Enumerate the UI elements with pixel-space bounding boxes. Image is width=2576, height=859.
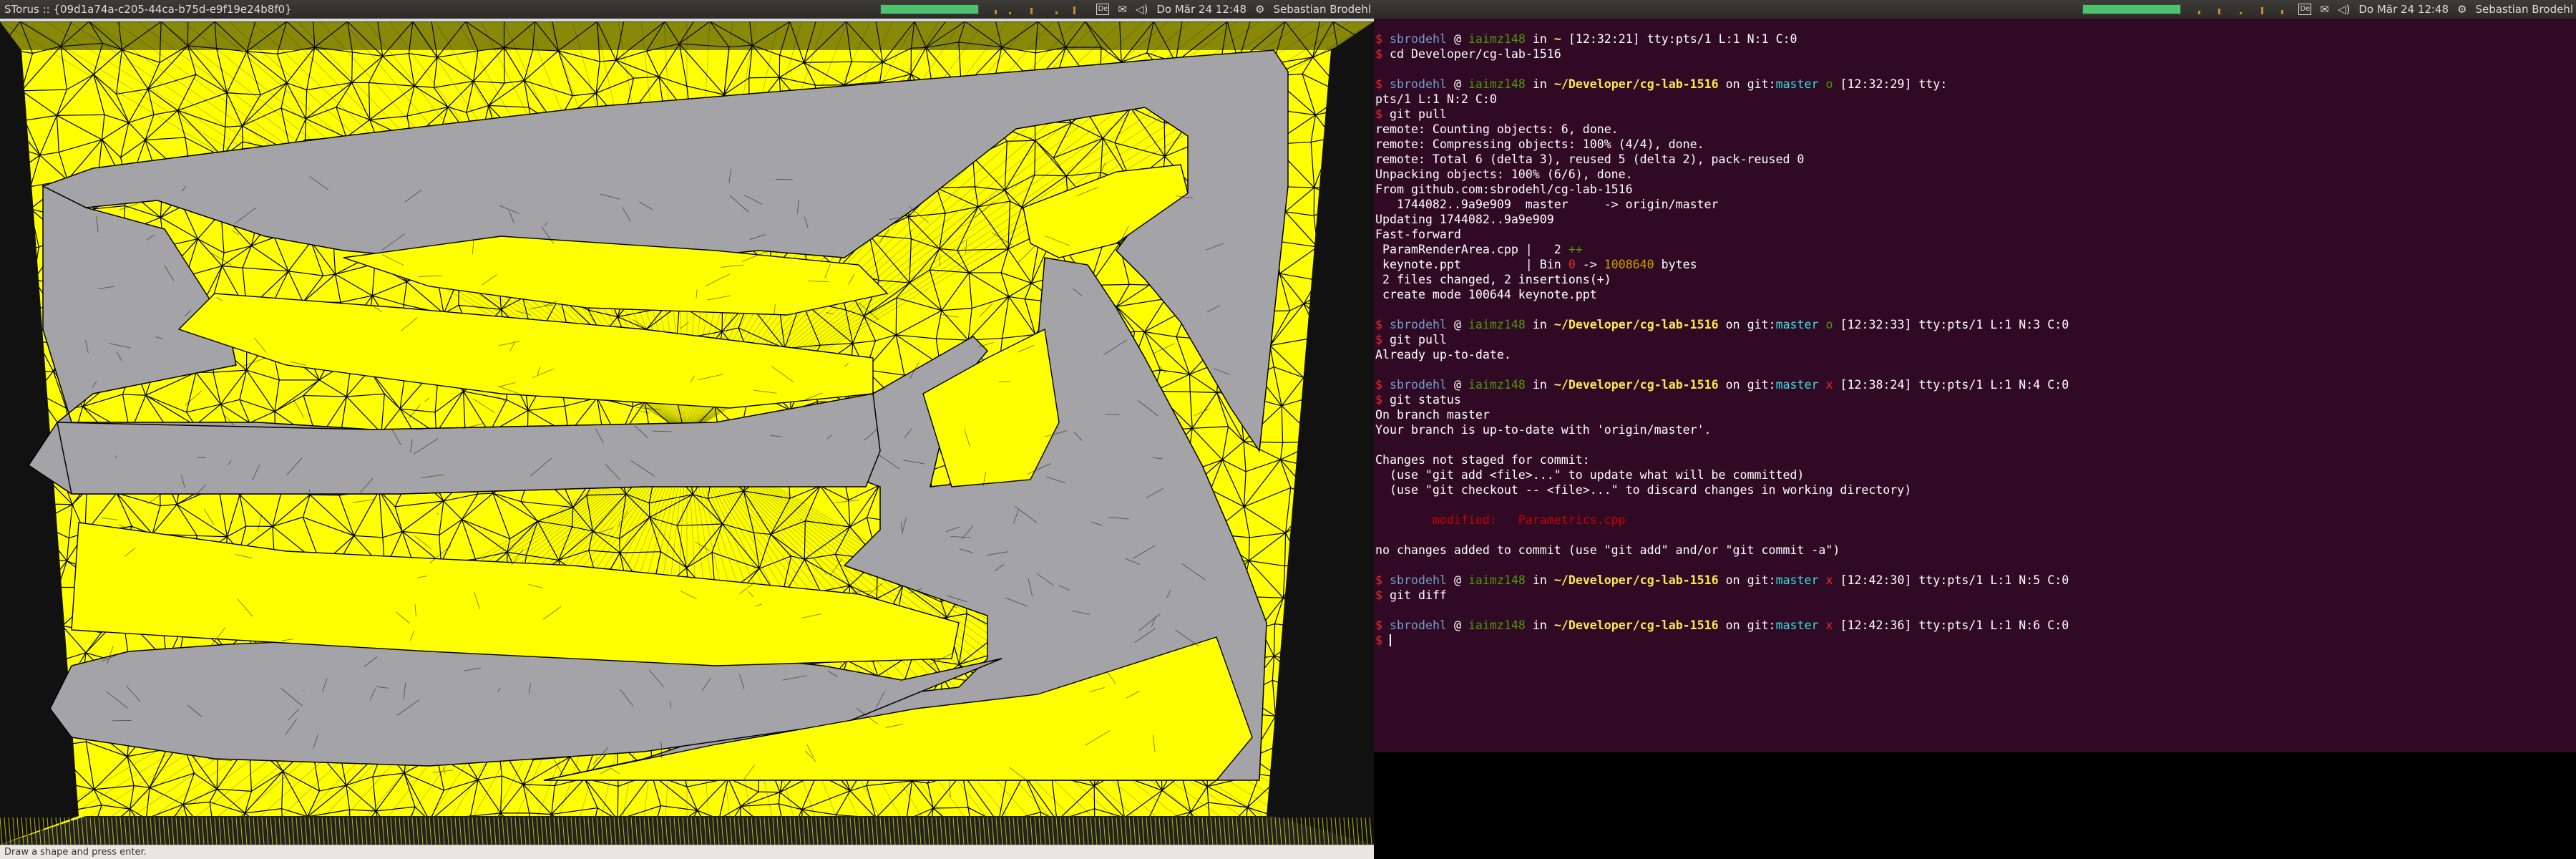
output-line: Fast-forward	[1375, 228, 1461, 241]
top-panel-left: STorus :: {09d1a74a-c205-44ca-b75d-e9f19…	[0, 0, 1374, 19]
cpu-graph-right[interactable]	[2082, 4, 2182, 14]
email-icon-right[interactable]: ✉	[2320, 0, 2329, 19]
prompt-line-wrap: pts/1 L:1 N:2 C:0	[1375, 92, 1497, 106]
output-line: create mode 100644 keynote.ppt	[1375, 288, 1597, 301]
output-line: On branch master	[1375, 408, 1490, 422]
output-line: From github.com:sbrodehl/cg-lab-1516	[1375, 183, 1633, 196]
window-title: STorus :: {09d1a74a-c205-44ca-b75d-e9f19…	[4, 3, 292, 16]
keyboard-layout-icon[interactable]: De	[1096, 4, 1110, 15]
email-icon[interactable]: ✉	[1118, 0, 1127, 19]
triangulated-mesh	[0, 21, 1374, 845]
terminal-window[interactable]: $ sbrodehl @ iaimz148 in ~ [12:32:21] tt…	[1374, 19, 2576, 752]
prompt-line: $ sbrodehl @ iaimz148 in ~/Developer/cg-…	[1375, 618, 2069, 632]
prompt-line: $ sbrodehl @ iaimz148 in ~/Developer/cg-…	[1375, 77, 1948, 91]
indicator-area: De ✉ ◁) Do Mär 24 12:48 ⚙ Sebastian Brod…	[880, 0, 1371, 19]
prompt-line: $ sbrodehl @ iaimz148 in ~ [12:32:21] tt…	[1375, 32, 1797, 46]
command-line: $ cd Developer/cg-lab-1516	[1375, 47, 1561, 61]
output-line: Updating 1744082..9a9e909	[1375, 213, 1554, 226]
prompt-line: $ sbrodehl @ iaimz148 in ~/Developer/cg-…	[1375, 573, 2069, 587]
output-line: Your branch is up-to-date with 'origin/m…	[1375, 423, 1712, 437]
status-bar: Draw a shape and press enter.	[0, 845, 1374, 859]
volume-icon-right[interactable]: ◁)	[2338, 0, 2350, 19]
status-message: Draw a shape and press enter.	[4, 847, 147, 858]
gear-icon-right[interactable]: ⚙	[2457, 0, 2467, 19]
output-line: 1744082..9a9e909 master -> origin/master	[1375, 198, 1719, 211]
output-line: no changes added to commit (use "git add…	[1375, 543, 1840, 557]
command-line: $ git pull	[1375, 333, 1447, 346]
command-line: $ git status	[1375, 393, 1461, 407]
output-line: remote: Compressing objects: 100% (4/4),…	[1375, 137, 1704, 151]
frame-top-shadow	[0, 21, 1374, 50]
output-line: remote: Counting objects: 6, done.	[1375, 122, 1619, 136]
empty-desktop-area	[1374, 752, 2576, 859]
user-name-right[interactable]: Sebastian Brodehl	[2475, 0, 2573, 19]
network-graph-right[interactable]	[2190, 4, 2290, 14]
diffstat-line: keynote.ppt | Bin 0 -> 1008640 bytes	[1375, 258, 1697, 271]
command-line: $ git pull	[1375, 107, 1447, 121]
cpu-graph[interactable]	[880, 4, 980, 14]
prompt-line: $ sbrodehl @ iaimz148 in ~/Developer/cg-…	[1375, 318, 2069, 331]
top-panel-right: De ✉ ◁) Do Mär 24 12:48 ⚙ Sebastian Brod…	[1374, 0, 2576, 19]
clock[interactable]: Do Mär 24 12:48	[1156, 0, 1246, 19]
indicator-area-right: De ✉ ◁) Do Mär 24 12:48 ⚙ Sebastian Brod…	[2082, 0, 2573, 19]
command-line: $ git diff	[1375, 588, 1447, 602]
output-line: Changes not staged for commit:	[1375, 453, 1590, 467]
command-line[interactable]: $	[1375, 633, 2576, 648]
viewer-window: Draw a shape and press enter.	[0, 19, 1374, 859]
text-cursor	[1390, 634, 1391, 646]
output-line: Unpacking objects: 100% (6/6), done.	[1375, 168, 1633, 181]
diffstat-line: ParamRenderArea.cpp | 2 ++	[1375, 243, 1583, 256]
output-line: 2 files changed, 2 insertions(+)	[1375, 273, 1611, 286]
clock-right[interactable]: Do Mär 24 12:48	[2358, 0, 2449, 19]
output-line: Already up-to-date.	[1375, 348, 1511, 361]
output-line: (use "git checkout -- <file>..." to disc…	[1375, 483, 1912, 497]
user-name[interactable]: Sebastian Brodehl	[1273, 0, 1371, 19]
gear-icon[interactable]: ⚙	[1255, 0, 1264, 19]
keyboard-layout-icon-right[interactable]: De	[2298, 4, 2312, 15]
volume-icon[interactable]: ◁)	[1136, 0, 1148, 19]
network-graph[interactable]	[987, 4, 1088, 14]
output-line: remote: Total 6 (delta 3), reused 5 (del…	[1375, 152, 1805, 166]
prompt-line: $ sbrodehl @ iaimz148 in ~/Developer/cg-…	[1375, 378, 2069, 392]
modified-file-line: modified: Parametrics.cpp	[1375, 513, 1626, 527]
drawing-canvas[interactable]	[0, 21, 1374, 845]
output-line: (use "git add <file>..." to update what …	[1375, 468, 1805, 482]
